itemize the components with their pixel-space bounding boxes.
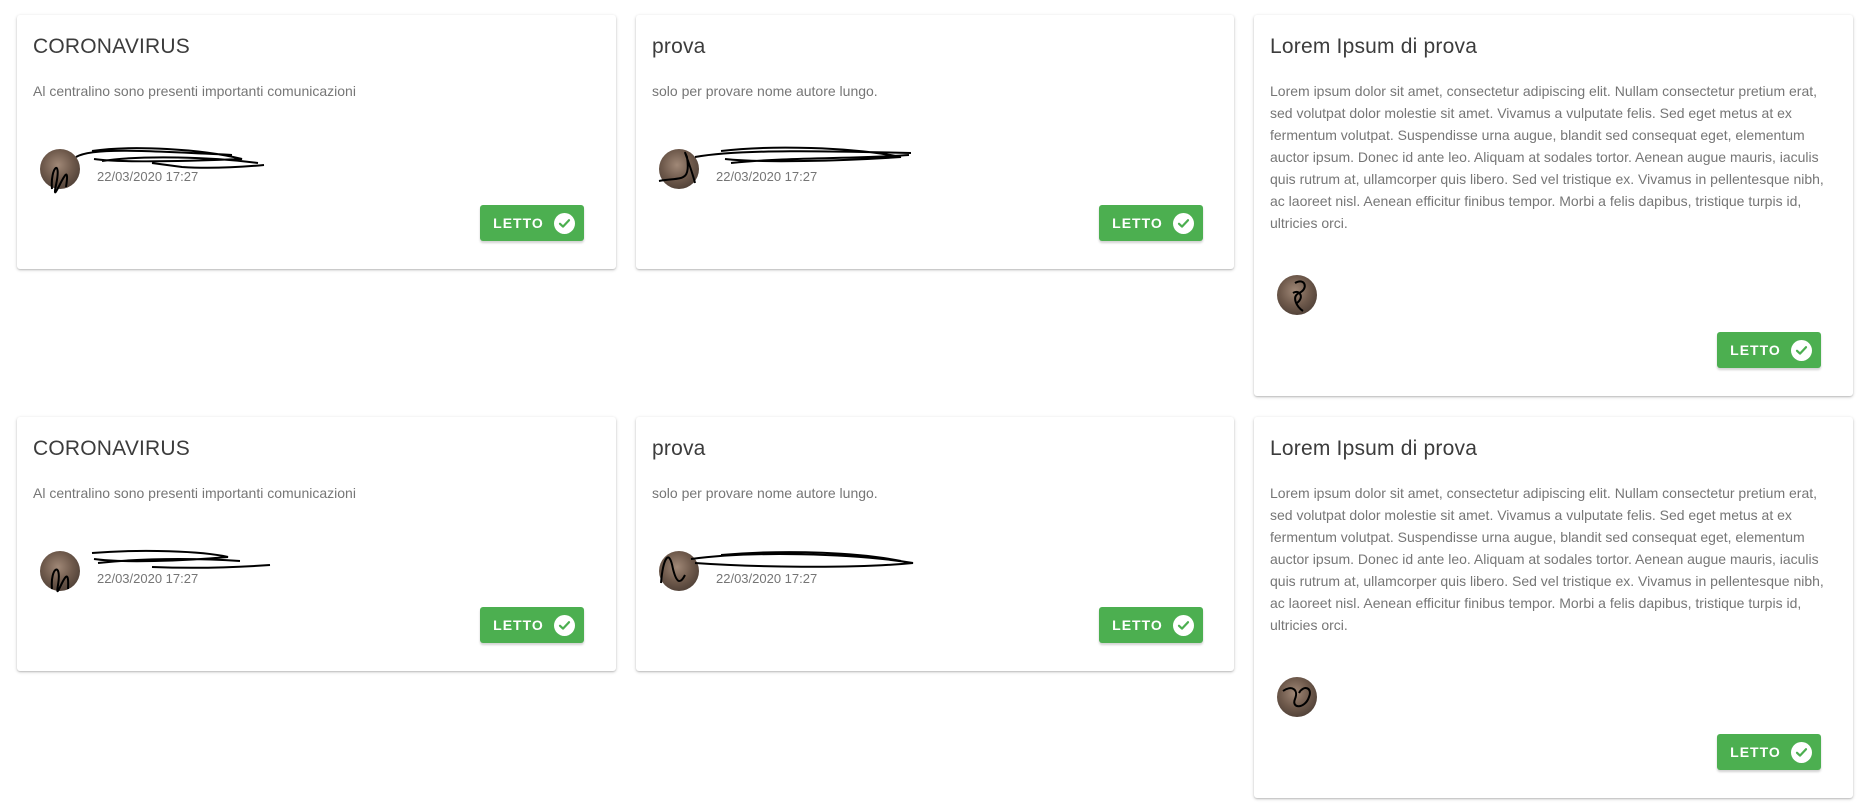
author-block xyxy=(1277,271,1537,315)
author-avatar xyxy=(40,149,80,189)
check-circle-icon xyxy=(1172,212,1194,234)
author-block xyxy=(1277,673,1537,717)
card-title: CORONAVIRUS xyxy=(33,437,190,460)
card-title: Lorem Ipsum di prova xyxy=(1270,437,1478,460)
letto-button[interactable]: LETTO xyxy=(1717,332,1821,368)
letto-button[interactable]: LETTO xyxy=(480,607,584,643)
author-avatar xyxy=(1277,275,1317,315)
author-name xyxy=(1334,677,1464,693)
card-title: prova xyxy=(652,35,706,58)
check-circle-icon xyxy=(1172,614,1194,636)
author-block: 22/03/2020 17:27 xyxy=(40,547,300,593)
author-avatar xyxy=(659,149,699,189)
check-circle-icon xyxy=(553,212,575,234)
letto-button-label: LETTO xyxy=(1730,342,1781,358)
letto-button-label: LETTO xyxy=(493,617,544,633)
notice-card: CORONAVIRUS Al centralino sono presenti … xyxy=(17,417,616,671)
author-date: 22/03/2020 17:27 xyxy=(97,169,199,184)
author-block: 22/03/2020 17:27 xyxy=(658,145,919,189)
author-date: 22/03/2020 17:27 xyxy=(716,571,818,586)
author-avatar xyxy=(1277,677,1317,717)
notice-card: CORONAVIRUS Al centralino sono presenti … xyxy=(17,15,616,269)
check-circle-icon xyxy=(1790,339,1812,361)
author-date: 22/03/2020 17:27 xyxy=(716,169,818,184)
author-name xyxy=(97,149,227,165)
check-circle-icon xyxy=(1790,741,1812,763)
card-title: CORONAVIRUS xyxy=(33,35,190,58)
card-body: Al centralino sono presenti importanti c… xyxy=(33,485,356,501)
notice-card: prova solo per provare nome autore lungo… xyxy=(636,417,1234,671)
card-body: Lorem ipsum dolor sit amet, consectetur … xyxy=(1270,485,1824,633)
author-avatar xyxy=(659,551,699,591)
letto-button[interactable]: LETTO xyxy=(480,205,584,241)
notice-card: Lorem Ipsum di prova Lorem ipsum dolor s… xyxy=(1254,417,1853,798)
notice-card: Lorem Ipsum di prova Lorem ipsum dolor s… xyxy=(1254,15,1853,396)
card-title: Lorem Ipsum di prova xyxy=(1270,35,1478,58)
card-body: solo per provare nome autore lungo. xyxy=(652,485,878,501)
card-body: Al centralino sono presenti importanti c… xyxy=(33,83,356,99)
author-block: 22/03/2020 17:27 xyxy=(659,547,919,591)
card-body: solo per provare nome autore lungo. xyxy=(652,83,878,99)
check-circle-icon xyxy=(553,614,575,636)
author-name xyxy=(716,551,846,567)
letto-button[interactable]: LETTO xyxy=(1099,205,1203,241)
card-body: Lorem ipsum dolor sit amet, consectetur … xyxy=(1270,83,1824,231)
author-name xyxy=(716,149,846,165)
author-date: 22/03/2020 17:27 xyxy=(97,571,199,586)
letto-button[interactable]: LETTO xyxy=(1717,734,1821,770)
author-name xyxy=(97,551,227,567)
letto-button-label: LETTO xyxy=(1112,617,1163,633)
author-name xyxy=(1334,275,1464,291)
card-title: prova xyxy=(652,437,706,460)
letto-button-label: LETTO xyxy=(493,215,544,231)
letto-button[interactable]: LETTO xyxy=(1099,607,1203,643)
letto-button-label: LETTO xyxy=(1112,215,1163,231)
letto-button-label: LETTO xyxy=(1730,744,1781,760)
notice-grid: CORONAVIRUS Al centralino sono presenti … xyxy=(0,0,1870,811)
notice-card: prova solo per provare nome autore lungo… xyxy=(636,15,1234,269)
author-avatar xyxy=(40,551,80,591)
author-block: 22/03/2020 17:27 xyxy=(40,145,300,194)
